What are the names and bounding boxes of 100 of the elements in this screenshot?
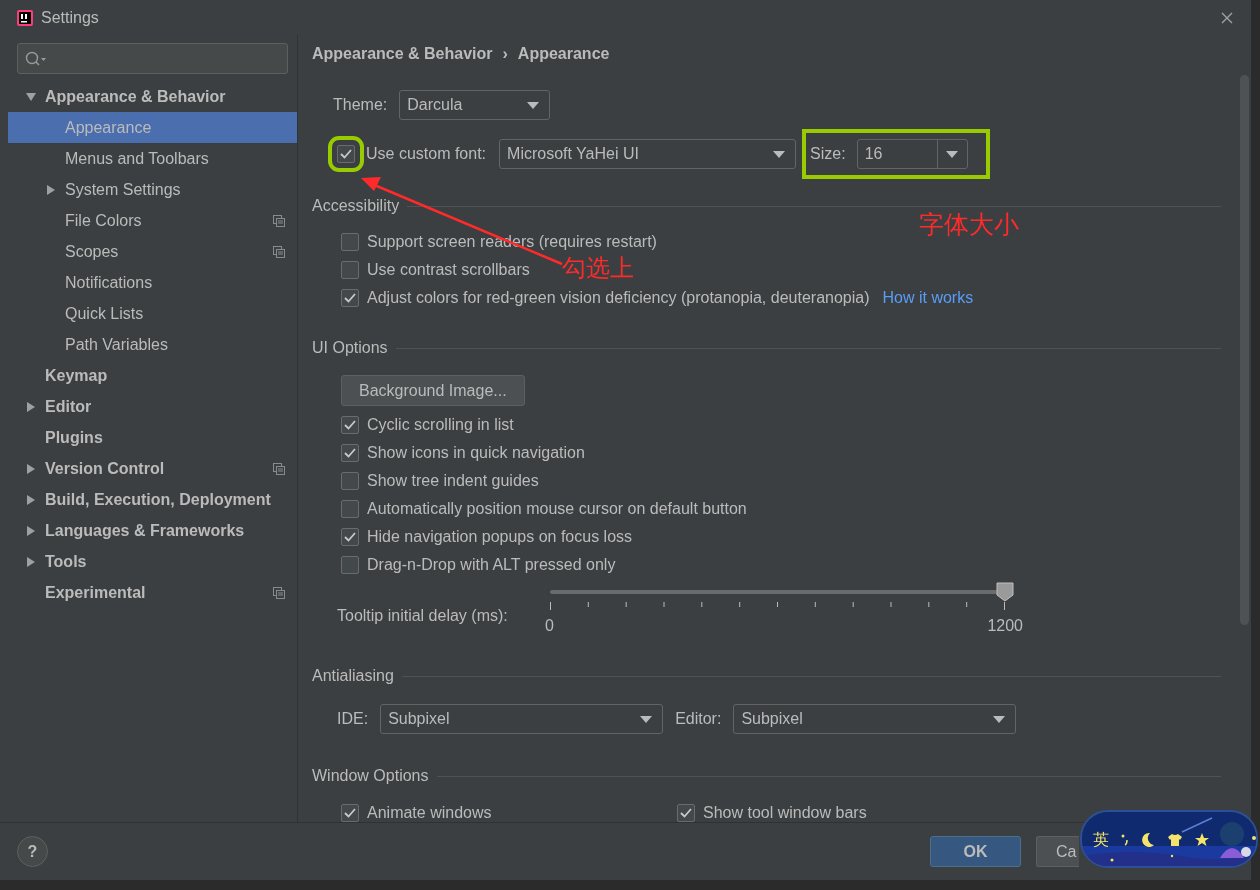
- search-icon: [25, 50, 47, 67]
- tree-item-label: File Colors: [65, 210, 142, 231]
- tree-item[interactable]: Build, Execution, Deployment: [8, 484, 297, 515]
- theme-label: Theme:: [333, 95, 388, 115]
- tree-item[interactable]: Keymap: [8, 360, 297, 391]
- expand-arrow-icon[interactable]: [26, 401, 36, 412]
- tree-item-label: Experimental: [45, 582, 146, 603]
- dropdown[interactable]: Subpixel: [380, 704, 664, 734]
- dropdown-value: Microsoft YaHei UI: [507, 144, 639, 164]
- dropdown-value: Subpixel: [741, 709, 803, 729]
- tree-item[interactable]: System Settings: [8, 174, 297, 205]
- expand-arrow-icon[interactable]: [26, 556, 36, 567]
- size-label: Size:: [810, 144, 846, 164]
- how-it-works-link[interactable]: How it works: [882, 286, 974, 310]
- checkbox[interactable]: [341, 261, 359, 279]
- tree-item[interactable]: Experimental: [8, 577, 297, 608]
- tree-item-label: Menus and Toolbars: [65, 148, 209, 169]
- tree-item-label: Keymap: [45, 365, 108, 386]
- search-field[interactable]: [17, 43, 288, 74]
- checkbox[interactable]: [341, 500, 359, 518]
- tree-item-label: Appearance & Behavior: [45, 86, 226, 107]
- font-label: Use custom font:: [366, 144, 487, 164]
- app-logo-icon: [17, 9, 33, 26]
- checkbox[interactable]: [677, 804, 695, 822]
- caret-icon: [993, 715, 1006, 723]
- caret-icon: [773, 150, 786, 158]
- dropdown-value: Darcula: [407, 95, 463, 115]
- checkbox-label: Automatically position mouse cursor on default button: [367, 499, 747, 519]
- tree-item[interactable]: Editor: [8, 391, 297, 422]
- checkbox-label: Show tool window bars: [703, 803, 867, 822]
- tree-item[interactable]: Tools: [8, 546, 297, 577]
- caret-icon: [527, 101, 540, 109]
- checkbox[interactable]: [341, 556, 359, 574]
- checkbox[interactable]: [341, 416, 359, 434]
- ime-toolbar[interactable]: 英: [1080, 810, 1258, 868]
- cancel-button[interactable]: Ca: [1036, 836, 1079, 867]
- section-title: Accessibility: [312, 196, 400, 216]
- moon-icon[interactable]: [1141, 832, 1155, 848]
- tree-item[interactable]: Plugins: [8, 422, 297, 453]
- help-button[interactable]: ?: [17, 836, 48, 867]
- close-icon[interactable]: [1221, 11, 1233, 24]
- caret-icon: [946, 150, 959, 158]
- ok-button[interactable]: OK: [930, 836, 1021, 867]
- tree-item[interactable]: Scopes: [8, 236, 297, 267]
- expand-arrow-icon[interactable]: [26, 494, 36, 505]
- annotation-text: 字体大小: [919, 210, 1019, 240]
- expand-arrow-icon[interactable]: [26, 463, 36, 474]
- checkbox[interactable]: [341, 804, 359, 822]
- dropdown[interactable]: Darcula: [399, 90, 551, 120]
- tree-item-label: Build, Execution, Deployment: [45, 489, 271, 510]
- tree-item-label: Plugins: [45, 427, 103, 448]
- checkbox[interactable]: [341, 472, 359, 490]
- breadcrumb-item[interactable]: Appearance & Behavior: [312, 42, 493, 66]
- tree-item[interactable]: Appearance & Behavior: [8, 81, 297, 112]
- annotation-text: 勾选上: [562, 255, 634, 281]
- star-icon[interactable]: [1195, 833, 1209, 847]
- section-title: Window Options: [312, 766, 429, 786]
- breadcrumb-separator: ›: [502, 44, 508, 64]
- background-image-button[interactable]: Background Image...: [341, 375, 525, 406]
- tree-item-label: Version Control: [45, 458, 165, 479]
- tree-item[interactable]: Menus and Toolbars: [8, 143, 297, 174]
- window-title: Settings: [41, 7, 99, 28]
- checkbox-label: Drag-n-Drop with ALT pressed only: [367, 555, 616, 575]
- editor-label: Editor:: [675, 709, 722, 729]
- punctuation-icon[interactable]: [1121, 834, 1129, 846]
- breadcrumb-item[interactable]: Appearance: [517, 42, 610, 66]
- tree-item-label: System Settings: [65, 179, 181, 200]
- checkbox[interactable]: [341, 233, 359, 251]
- expand-arrow-icon[interactable]: [46, 184, 56, 195]
- tree-item[interactable]: Version Control: [8, 453, 297, 484]
- slider-label: Tooltip initial delay (ms):: [337, 606, 509, 626]
- checkbox[interactable]: [341, 289, 359, 307]
- tree-item[interactable]: File Colors: [8, 205, 297, 236]
- tree-item[interactable]: Quick Lists: [8, 298, 297, 329]
- size-combo-box[interactable]: 16: [856, 139, 968, 169]
- ime-mode-label[interactable]: 英: [1093, 828, 1109, 852]
- tree-item[interactable]: Notifications: [8, 267, 297, 298]
- shirt-icon[interactable]: [1167, 833, 1183, 847]
- tree-item[interactable]: Path Variables: [8, 329, 297, 360]
- size-value: 16: [863, 144, 884, 164]
- slider-min-label: 0: [545, 616, 554, 636]
- section-title: UI Options: [312, 338, 388, 358]
- tree-item[interactable]: Languages & Frameworks: [8, 515, 297, 546]
- tree-item-label: Path Variables: [65, 334, 168, 355]
- dropdown-value: Subpixel: [388, 709, 450, 729]
- slider-thumb[interactable]: [996, 582, 1014, 602]
- collapse-arrow-icon[interactable]: [26, 91, 36, 102]
- checkbox[interactable]: [341, 528, 359, 546]
- dropdown[interactable]: Microsoft YaHei UI: [499, 139, 797, 169]
- tree-item-label: Scopes: [65, 241, 119, 262]
- expand-arrow-icon[interactable]: [26, 525, 36, 536]
- checkbox-label: Show icons in quick navigation: [367, 443, 585, 463]
- checkbox-label: Use contrast scrollbars: [367, 260, 530, 280]
- section-title: Antialiasing: [312, 666, 394, 686]
- dropdown[interactable]: Subpixel: [733, 704, 1017, 734]
- checkbox-label: Hide navigation popups on focus loss: [367, 527, 633, 547]
- checkbox[interactable]: [341, 444, 359, 462]
- checkbox-label: Cyclic scrolling in list: [367, 415, 514, 435]
- slider-max-label: 1200: [987, 616, 1023, 636]
- tree-item-label: Tools: [45, 551, 87, 572]
